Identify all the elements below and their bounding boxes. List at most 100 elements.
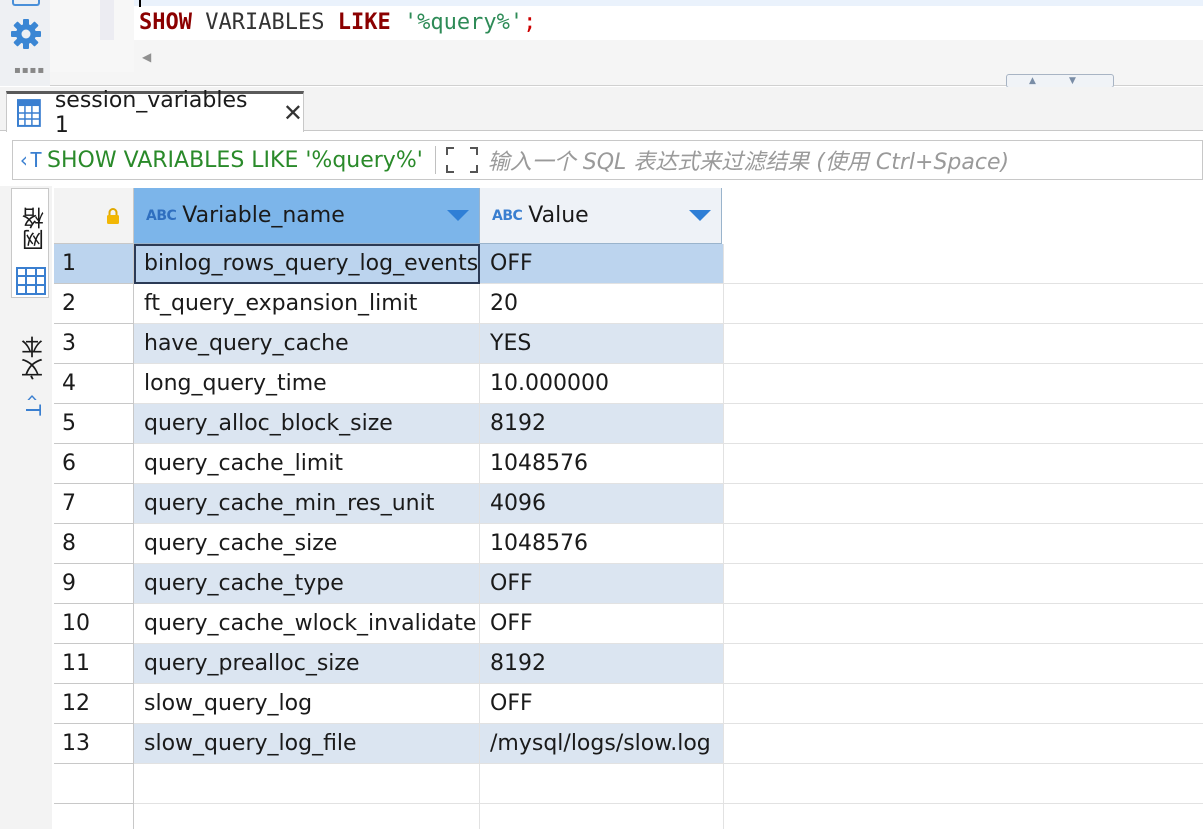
code-editor[interactable]: SHOW VARIABLES LIKE '%query%'; [134, 0, 1203, 40]
grid-view-label: 网格 [23, 207, 48, 251]
filter-input-placeholder[interactable]: 输入一个 SQL 表达式来过滤结果 (使用 Ctrl+Space) [488, 144, 1009, 176]
table-row[interactable]: 5 query_alloc_block_size 8192 [54, 404, 1203, 444]
cell-value[interactable]: YES [480, 324, 724, 364]
chevron-down-icon[interactable] [447, 210, 469, 221]
gear-icon[interactable] [10, 18, 42, 50]
lock-icon [107, 208, 119, 224]
cell-value[interactable]: 10.000000 [480, 364, 724, 404]
row-empty-space [724, 244, 1203, 284]
cell-variable-name[interactable]: long_query_time [134, 364, 480, 404]
tab-grid-view[interactable]: 网格 [11, 188, 49, 298]
cell-value[interactable]: 8192 [480, 644, 724, 684]
row-header-corner[interactable] [54, 188, 134, 244]
cell-value[interactable]: OFF [480, 564, 724, 604]
sql-string-literal: '%query%' [403, 10, 524, 35]
row-number[interactable]: 7 [54, 484, 134, 524]
cell-variable-name[interactable] [134, 764, 480, 804]
table-row[interactable]: 13 slow_query_log_file/mysql/logs/slow.lo… [54, 724, 1203, 764]
cell-variable-name[interactable]: query_prealloc_size [134, 644, 480, 684]
cell-variable-name[interactable]: slow_query_log_file [134, 724, 480, 764]
cell-value[interactable]: 20 [480, 284, 724, 324]
cell-variable-name[interactable]: query_cache_min_res_unit [134, 484, 480, 524]
table-row[interactable]: 9 query_cache_type OFF [54, 564, 1203, 604]
row-empty-space [724, 444, 1203, 484]
cell-variable-name[interactable]: query_cache_wlock_invalidate [134, 604, 480, 644]
table-row[interactable]: 7 query_cache_min_res_unit 4096 [54, 484, 1203, 524]
more-tools-icon[interactable]: ▪▪▪▪ [14, 66, 45, 76]
text-cursor-icon[interactable]: ‹T [13, 148, 47, 172]
column-label: Value [528, 203, 589, 228]
cell-value[interactable]: OFF [480, 604, 724, 644]
cell-variable-name[interactable]: slow_query_log [134, 684, 480, 724]
filter-query-text[interactable]: SHOW VARIABLES LIKE '%query%' [47, 148, 423, 173]
row-number[interactable]: 9 [54, 564, 134, 604]
row-empty-space [724, 324, 1203, 364]
row-number[interactable]: 10 [54, 604, 134, 644]
chevron-down-icon[interactable]: ▼ [1069, 77, 1076, 86]
row-number[interactable]: 6 [54, 444, 134, 484]
cell-variable-name[interactable]: query_alloc_block_size [134, 404, 480, 444]
tab-session-variables[interactable]: session_variables 1 ✕ [6, 88, 304, 138]
cell-variable-name[interactable]: query_cache_limit [134, 444, 480, 484]
row-empty-space [724, 804, 1203, 829]
row-number[interactable]: 2 [54, 284, 134, 324]
close-icon[interactable]: ✕ [283, 101, 303, 125]
cell-variable-name[interactable]: query_cache_size [134, 524, 480, 564]
column-header-value[interactable]: ABC Value [480, 188, 722, 244]
fold-strip [100, 0, 114, 40]
row-empty-space [724, 724, 1203, 764]
cell-value[interactable]: /mysql/logs/slow.log [480, 724, 724, 764]
row-number[interactable]: 12 [54, 684, 134, 724]
cell-variable-name[interactable]: query_cache_type [134, 564, 480, 604]
column-header-variable-name[interactable]: ABC Variable_name [134, 188, 480, 244]
results-tab-bar: session_variables 1 ✕ [0, 87, 1203, 138]
cell-value[interactable]: 1048576 [480, 444, 724, 484]
line-gutter [50, 0, 134, 72]
table-row[interactable]: 10 query_cache_wlock_invalidate OFF [54, 604, 1203, 644]
cell-value[interactable]: OFF [480, 244, 724, 284]
table-row[interactable]: 11 query_prealloc_size 8192 [54, 644, 1203, 684]
cell-variable-name[interactable]: ft_query_expansion_limit [134, 284, 480, 324]
expand-icon[interactable] [444, 145, 480, 175]
result-grid[interactable]: ABC Variable_name ABC Value 1 binlog_rows… [52, 186, 1203, 829]
row-empty-space [724, 524, 1203, 564]
empty-row[interactable] [54, 804, 1203, 829]
table-row[interactable]: 4 long_query_time 10.000000 [54, 364, 1203, 404]
table-row[interactable]: 6 query_cache_limit 1048576 [54, 444, 1203, 484]
tab-label: session_variables 1 [54, 88, 248, 138]
row-number[interactable]: 8 [54, 524, 134, 564]
cell-value[interactable] [480, 764, 724, 804]
row-empty-space [724, 764, 1203, 804]
chevron-down-icon[interactable] [689, 210, 711, 221]
cell-value[interactable] [480, 804, 724, 829]
text-view-label: 文本 [22, 336, 47, 380]
row-number[interactable]: 3 [54, 324, 134, 364]
save-icon[interactable] [12, 0, 40, 6]
scroll-left-icon[interactable]: ◀ [142, 50, 151, 64]
tab-text-view[interactable]: 文本 ‹T [11, 326, 49, 426]
row-number[interactable]: 11 [54, 644, 134, 684]
panel-splitter-handle[interactable]: ▲ ▼ [1006, 74, 1114, 88]
row-number[interactable]: 4 [54, 364, 134, 404]
cell-value[interactable]: OFF [480, 684, 724, 724]
row-number[interactable]: 13 [54, 724, 134, 764]
row-number[interactable] [54, 764, 134, 804]
table-row[interactable]: 3 have_query_cache YES [54, 324, 1203, 364]
cell-variable-name[interactable]: binlog_rows_query_log_events [134, 244, 480, 284]
row-number[interactable] [54, 804, 134, 829]
cell-value[interactable]: 8192 [480, 404, 724, 444]
table-row[interactable]: 1 binlog_rows_query_log_events OFF [54, 244, 1203, 284]
table-row[interactable]: 2 ft_query_expansion_limit 20 [54, 284, 1203, 324]
cell-variable-name[interactable] [134, 804, 480, 829]
empty-row[interactable] [54, 764, 1203, 804]
sql-code-line[interactable]: SHOW VARIABLES LIKE '%query%'; [139, 9, 536, 37]
chevron-up-icon[interactable]: ▲ [1029, 77, 1036, 86]
cell-variable-name[interactable]: have_query_cache [134, 324, 480, 364]
row-number[interactable]: 1 [54, 244, 134, 284]
sql-editor-panel: ▪▪▪▪ SHOW VARIABLES LIKE '%query%'; ◀ ▲ … [0, 0, 1203, 88]
cell-value[interactable]: 1048576 [480, 524, 724, 564]
cell-value[interactable]: 4096 [480, 484, 724, 524]
table-row[interactable]: 8 query_cache_size 1048576 [54, 524, 1203, 564]
row-number[interactable]: 5 [54, 404, 134, 444]
table-row[interactable]: 12 slow_query_log OFF [54, 684, 1203, 724]
